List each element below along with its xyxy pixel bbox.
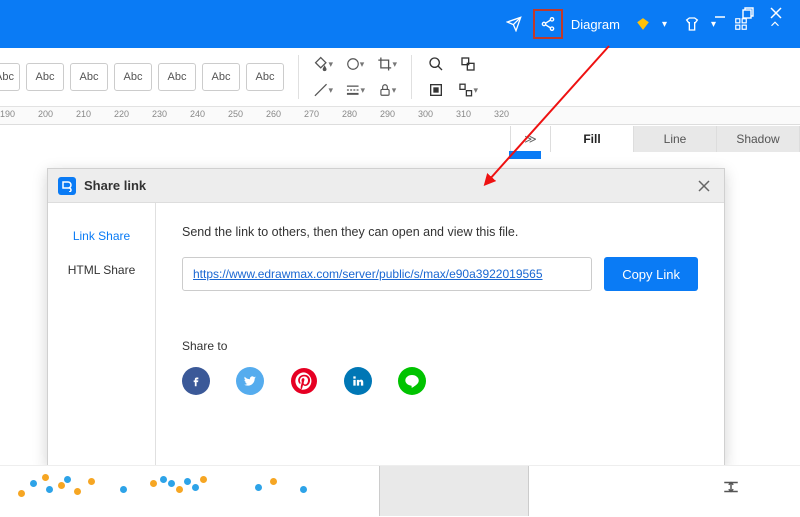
titlebar: Diagram ▾ ▾	[0, 0, 800, 48]
ruler-tick: 200	[38, 109, 53, 119]
ruler-tick: 240	[190, 109, 205, 119]
canvas-scatter-peek	[0, 465, 800, 515]
chevron-sm-icon[interactable]: ▾	[662, 19, 673, 30]
ruler-tick: 320	[494, 109, 509, 119]
tool-icon-grid: ▾ ▾ ▾ ▾ ▾ ▾	[313, 54, 397, 100]
facebook-icon[interactable]	[182, 367, 210, 395]
ruler-tick: 290	[380, 109, 395, 119]
tool-icon-grid-2: ▾	[426, 54, 478, 100]
style-swatch[interactable]: Abc	[0, 63, 20, 91]
social-row	[182, 367, 698, 395]
replace-icon[interactable]	[458, 54, 478, 74]
linkedin-icon[interactable]	[344, 367, 372, 395]
search-icon[interactable]	[426, 54, 446, 74]
sidebar-item-link-share[interactable]: Link Share	[48, 219, 155, 253]
ungroup-icon[interactable]: ▾	[458, 80, 478, 100]
share-icon[interactable]	[533, 9, 563, 39]
sidebar-item-html-share[interactable]: HTML Share	[48, 253, 155, 287]
window-controls	[714, 2, 794, 517]
app-logo-icon	[58, 177, 76, 195]
style-swatches: Abc Abc Abc Abc Abc Abc Abc	[0, 63, 284, 91]
tab-shadow[interactable]: Shadow	[717, 126, 800, 152]
property-tabs: ≫ Fill Line Shadow	[510, 126, 800, 152]
style-swatch[interactable]: Abc	[26, 63, 64, 91]
ruler-tick: 190	[0, 109, 15, 119]
copy-link-button[interactable]: Copy Link	[604, 257, 698, 291]
maximize-icon[interactable]	[742, 6, 756, 20]
dialog-sidebar: Link Share HTML Share	[48, 203, 156, 465]
pen-icon[interactable]: ▾	[313, 80, 333, 100]
style-swatch[interactable]: Abc	[114, 63, 152, 91]
ruler: 190 200 210 220 230 240 250 260 270 280 …	[0, 107, 800, 125]
separator	[411, 55, 412, 99]
select-icon[interactable]	[426, 80, 446, 100]
style-swatch[interactable]: Abc	[202, 63, 240, 91]
style-swatch[interactable]: Abc	[70, 63, 108, 91]
ruler-tick: 300	[418, 109, 433, 119]
spacing-icon[interactable]	[722, 478, 740, 501]
crop-icon[interactable]: ▾	[377, 54, 397, 74]
twitter-icon[interactable]	[236, 367, 264, 395]
style-swatch[interactable]: Abc	[158, 63, 196, 91]
shape-icon[interactable]: ▾	[345, 54, 365, 74]
share-instruction: Send the link to others, then they can o…	[182, 225, 698, 239]
tab-line[interactable]: Line	[634, 126, 717, 152]
ruler-slider[interactable]	[509, 151, 541, 159]
close-icon[interactable]	[770, 6, 784, 20]
dialog-close-icon[interactable]	[694, 176, 714, 196]
scrollbar-track[interactable]	[379, 466, 529, 516]
lock-icon[interactable]: ▾	[377, 80, 397, 100]
line-icon[interactable]	[398, 367, 426, 395]
toolbar: Abc Abc Abc Abc Abc Abc Abc ▾ ▾ ▾ ▾ ▾ ▾ …	[0, 48, 800, 107]
ruler-tick: 210	[76, 109, 91, 119]
linestyle-icon[interactable]: ▾	[345, 80, 365, 100]
fill-icon[interactable]: ▾	[313, 54, 333, 74]
ruler-tick: 220	[114, 109, 129, 119]
tshirt-icon[interactable]	[677, 9, 707, 39]
dialog-main: Send the link to others, then they can o…	[156, 203, 724, 465]
ruler-tick: 270	[304, 109, 319, 119]
ruler-tick: 310	[456, 109, 471, 119]
ruler-tick: 230	[152, 109, 167, 119]
tab-fill[interactable]: Fill	[551, 126, 634, 152]
separator	[298, 55, 299, 99]
dialog-header: Share link	[48, 169, 724, 203]
pinterest-icon[interactable]	[290, 367, 318, 395]
ruler-tick: 260	[266, 109, 281, 119]
diagram-label[interactable]: Diagram	[567, 17, 624, 32]
ruler-tick: 250	[228, 109, 243, 119]
style-swatch[interactable]: Abc	[246, 63, 284, 91]
share-to-label: Share to	[182, 339, 698, 353]
send-icon[interactable]	[499, 9, 529, 39]
share-link-input[interactable]: https://www.edrawmax.com/server/public/s…	[182, 257, 592, 291]
share-dialog: Share link Link Share HTML Share Send th…	[47, 168, 725, 466]
minimize-icon[interactable]	[714, 6, 728, 20]
diamond-icon[interactable]	[628, 9, 658, 39]
ruler-tick: 280	[342, 109, 357, 119]
dialog-title: Share link	[84, 178, 694, 193]
tab-expand[interactable]: ≫	[511, 126, 551, 152]
